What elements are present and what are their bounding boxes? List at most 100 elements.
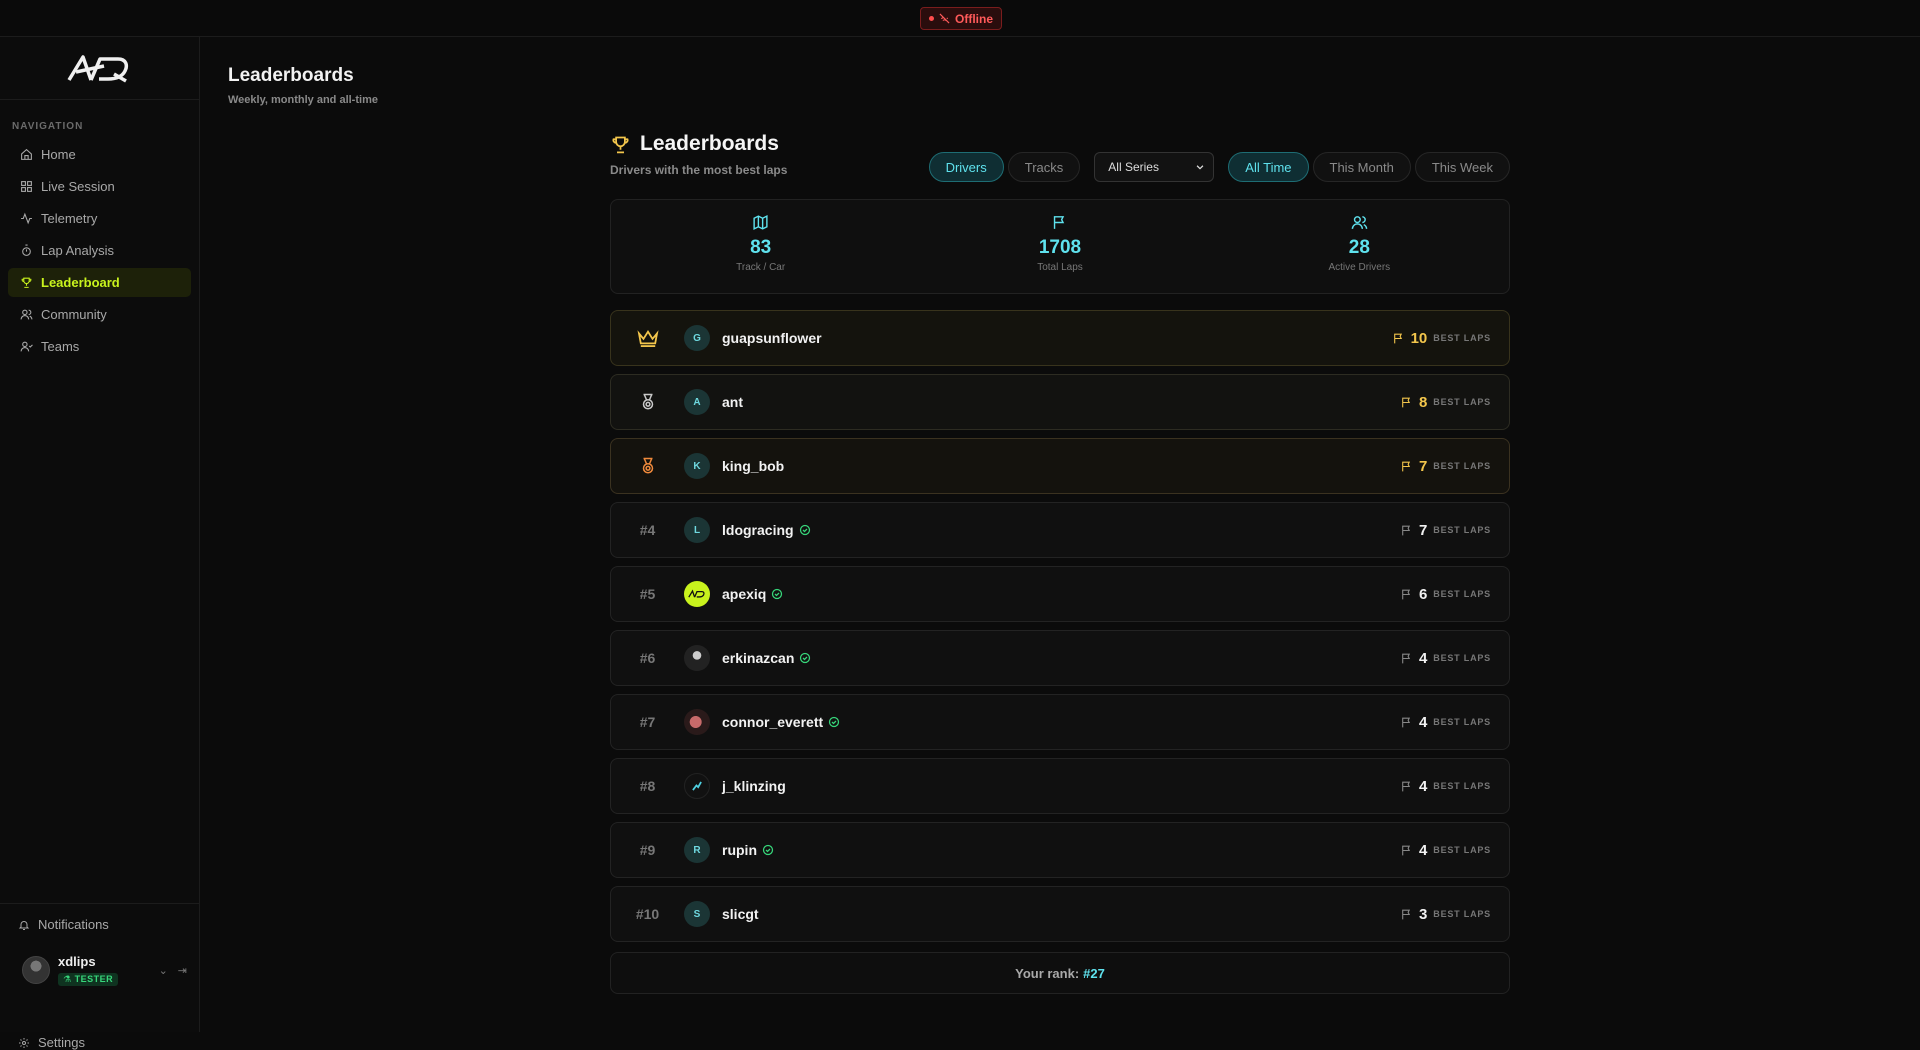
- best-laps-label: BEST LAPS: [1433, 781, 1491, 791]
- driver-name[interactable]: ant: [722, 394, 743, 410]
- best-laps-count: 4: [1418, 777, 1428, 795]
- best-laps-label: BEST LAPS: [1433, 461, 1491, 471]
- avatar: [684, 773, 710, 799]
- rank-number: #7: [639, 714, 656, 730]
- best-laps: 8 BEST LAPS: [1400, 394, 1491, 411]
- driver-name-label: rupin: [722, 842, 757, 858]
- best-laps-count: 7: [1418, 457, 1428, 475]
- driver-name[interactable]: apexiq: [722, 586, 783, 602]
- verified-check-icon: [829, 716, 840, 728]
- trophy-icon: [612, 136, 629, 153]
- best-laps-count: 10: [1410, 329, 1428, 347]
- best-laps: 6 BEST LAPS: [1400, 586, 1491, 603]
- table-row[interactable]: #7 connor_everett 4 BEST LAPS: [610, 694, 1510, 750]
- driver-name-label: connor_everett: [722, 714, 824, 730]
- best-laps-count: 3: [1418, 905, 1428, 923]
- driver-name-label: king_bob: [722, 458, 785, 474]
- table-row[interactable]: #5 apexiq 6 BEST LAPS: [610, 566, 1510, 622]
- driver-name[interactable]: slicgt: [722, 906, 759, 922]
- logo[interactable]: [0, 37, 199, 100]
- settings-button[interactable]: Settings: [18, 1035, 85, 1050]
- rank-number: #9: [639, 842, 656, 858]
- avatar: R: [684, 837, 710, 863]
- best-laps-label: BEST LAPS: [1433, 589, 1491, 599]
- table-row[interactable]: #8 j_klinzing 4 BEST LAPS: [610, 758, 1510, 814]
- sidebar-item-telemetry[interactable]: Telemetry: [8, 204, 191, 233]
- nav-list: Home Live Session Telemetry Lap Analysis…: [8, 140, 191, 364]
- series-select[interactable]: All Series: [1094, 152, 1215, 182]
- lightning-logo-icon: [692, 781, 702, 791]
- apexiq-logo-icon: [67, 55, 128, 83]
- badge-label: TESTER: [74, 973, 114, 984]
- avatar: S: [684, 901, 710, 927]
- table-row[interactable]: #10 S slicgt 3 BEST LAPS: [610, 886, 1510, 942]
- stats-card: 83 Track / Car 1708 Total Laps 28 Active…: [610, 199, 1510, 294]
- rank-number: #4: [639, 522, 656, 538]
- sidebar-item-leaderboard[interactable]: Leaderboard: [8, 268, 191, 297]
- driver-name[interactable]: connor_everett: [722, 714, 840, 730]
- flag-icon: [1402, 397, 1411, 407]
- verified-check-icon: [772, 588, 783, 600]
- users-icon: [1351, 216, 1368, 229]
- table-row[interactable]: #6 erkinazcan 4 BEST LAPS: [610, 630, 1510, 686]
- sidebar-item-teams[interactable]: Teams: [8, 332, 191, 361]
- period-this-month[interactable]: This Month: [1312, 152, 1411, 182]
- sidebar-item-home[interactable]: Home: [8, 140, 191, 169]
- best-laps: 7 BEST LAPS: [1400, 522, 1491, 539]
- driver-name[interactable]: king_bob: [722, 458, 784, 474]
- flag-icon: [1402, 461, 1411, 471]
- sidebar-item-label: Live Session: [41, 179, 115, 194]
- avatar: G: [684, 325, 710, 351]
- team-icon: [20, 341, 33, 352]
- sidebar-item-label: Community: [41, 307, 107, 322]
- leaderboard-list: G guapsunflower 10 BEST LAPS A ant 8 BES…: [610, 310, 1510, 950]
- avatar: K: [684, 453, 710, 479]
- verified-check-icon: [762, 844, 774, 856]
- stat-active-drivers: 28 Active Drivers: [1210, 200, 1509, 293]
- avatar: [684, 709, 710, 735]
- avatar: [684, 581, 710, 607]
- best-laps-label: BEST LAPS: [1433, 909, 1491, 919]
- avatar: L: [684, 517, 710, 543]
- driver-name[interactable]: rupin: [722, 842, 774, 858]
- best-laps-count: 4: [1418, 841, 1428, 859]
- period-all-time[interactable]: All Time: [1228, 152, 1309, 182]
- table-row[interactable]: #4 L ldogracing 7 BEST LAPS: [610, 502, 1510, 558]
- driver-name[interactable]: erkinazcan: [722, 650, 811, 666]
- user-menu[interactable]: xdlips ⚗ TESTER ⌄ ⇥: [22, 952, 187, 988]
- sidebar-item-live-session[interactable]: Live Session: [8, 172, 191, 201]
- rank-number: #10: [635, 906, 660, 922]
- rank-cell: [611, 329, 684, 347]
- user-info: xdlips ⚗ TESTER: [58, 954, 119, 987]
- driver-name-label: guapsunflower: [722, 330, 822, 346]
- sidebar-item-community[interactable]: Community: [8, 300, 191, 329]
- tab-tracks[interactable]: Tracks: [1007, 152, 1081, 182]
- period-this-week[interactable]: This Week: [1414, 152, 1510, 182]
- avatar: A: [684, 389, 710, 415]
- stat-value: 83: [750, 237, 772, 258]
- series-select-value: All Series: [1108, 160, 1159, 174]
- table-row[interactable]: G guapsunflower 10 BEST LAPS: [610, 310, 1510, 366]
- chevron-down-icon[interactable]: ⌄: [159, 964, 168, 977]
- grid-icon: [21, 181, 32, 192]
- verified-check-icon: [799, 524, 810, 536]
- activity-icon: [21, 212, 32, 225]
- stat-label: Total Laps: [1037, 262, 1083, 273]
- connection-status-badge[interactable]: Offline: [920, 7, 1002, 30]
- driver-name-label: erkinazcan: [722, 650, 795, 666]
- logout-icon[interactable]: ⇥: [178, 964, 187, 977]
- flag-icon: [1402, 717, 1411, 727]
- driver-name[interactable]: ldogracing: [722, 522, 811, 538]
- driver-name-label: j_klinzing: [722, 778, 786, 794]
- tab-drivers[interactable]: Drivers: [928, 152, 1004, 182]
- sidebar-item-lap-analysis[interactable]: Lap Analysis: [8, 236, 191, 265]
- best-laps: 4 BEST LAPS: [1400, 650, 1491, 667]
- driver-name[interactable]: j_klinzing: [722, 778, 786, 794]
- driver-name-label: apexiq: [722, 586, 767, 602]
- table-row[interactable]: K king_bob 7 BEST LAPS: [610, 438, 1510, 494]
- notifications-button[interactable]: Notifications: [18, 917, 109, 932]
- table-row[interactable]: A ant 8 BEST LAPS: [610, 374, 1510, 430]
- driver-name[interactable]: guapsunflower: [722, 330, 822, 346]
- table-row[interactable]: #9 R rupin 4 BEST LAPS: [610, 822, 1510, 878]
- flag-icon: [1402, 781, 1411, 791]
